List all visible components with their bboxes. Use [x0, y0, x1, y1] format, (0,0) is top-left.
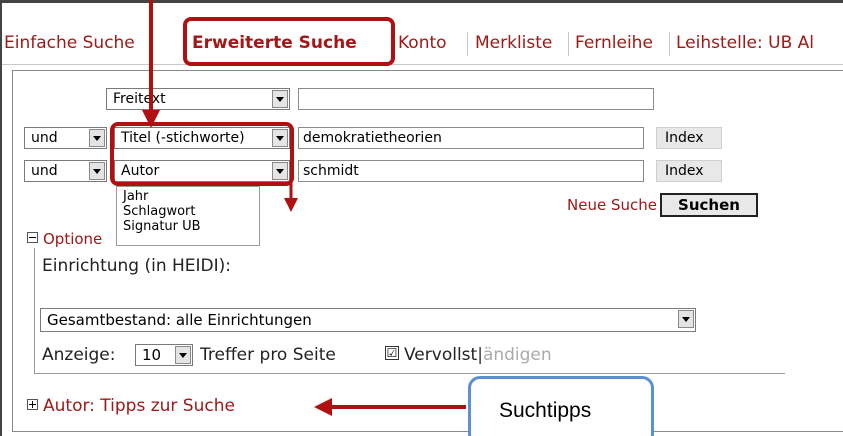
index-button-3[interactable]: Index [656, 160, 722, 182]
tab-einfache-suche[interactable]: Einfache Suche [4, 24, 135, 62]
page: Einfache Suche Erweiterte Suche Konto Me… [0, 0, 843, 436]
operator-value: und [31, 163, 58, 179]
top-strip [0, 0, 843, 14]
vervollst-dim-text: ändigen [482, 345, 552, 365]
expand-icon[interactable] [27, 399, 38, 410]
einrichtung-label: Einrichtung (in HEIDI): [42, 256, 232, 276]
chevron-down-icon[interactable] [89, 129, 105, 147]
vervollst-text: Vervollst [404, 345, 478, 365]
dropdown-option[interactable]: Signatur UB [123, 219, 259, 234]
operator-value: und [31, 130, 58, 146]
chevron-down-icon[interactable] [678, 310, 694, 328]
tab-separator [467, 32, 468, 56]
tab-leihstelle[interactable]: Leihstelle: UB Al [676, 24, 814, 62]
vervollstaendigen-checkbox[interactable]: ☑ [385, 346, 399, 360]
anzeige-select[interactable]: 10 [135, 344, 193, 366]
einrichtung-select-value: Gesamtbestand: alle Einrichtungen [47, 311, 312, 329]
einrichtung-select[interactable]: Gesamtbestand: alle Einrichtungen [40, 308, 696, 332]
chevron-down-icon[interactable] [175, 346, 191, 364]
field-dropdown-list: Jahr Schlagwort Signatur UB [116, 186, 260, 246]
dropdown-option[interactable]: Jahr [123, 189, 259, 204]
chevron-down-icon[interactable] [272, 90, 288, 108]
callout-suchtipps: Suchtipps [468, 376, 654, 436]
tab-merkliste[interactable]: Merkliste [475, 24, 552, 62]
left-border [0, 0, 2, 436]
tipps-toggle[interactable]: Autor: Tipps zur Suche [27, 396, 235, 416]
treffer-label: Treffer pro Seite [200, 345, 336, 365]
tab-fernleihe[interactable]: Fernleihe [575, 24, 653, 62]
optionen-toggle[interactable]: Optione [27, 230, 102, 248]
highlight-box-tab [183, 17, 395, 66]
collapse-icon[interactable] [27, 232, 38, 243]
tab-separator [669, 32, 670, 56]
anzeige-label: Anzeige: [42, 345, 116, 365]
chevron-down-icon[interactable] [89, 162, 105, 180]
operator-select-2[interactable]: und [24, 127, 107, 149]
vervollstaendigen-label: Vervollst|ändigen [404, 345, 552, 365]
anzeige-select-value: 10 [142, 346, 162, 364]
tab-konto[interactable]: Konto [398, 24, 447, 62]
search-term-input-1[interactable] [298, 88, 654, 110]
index-button-2[interactable]: Index [656, 127, 722, 149]
tipps-label: Autor: Tipps zur Suche [43, 396, 235, 416]
operator-select-3[interactable]: und [24, 160, 107, 182]
field-select-value: Freitext [113, 91, 166, 107]
tab-bar: Einfache Suche Erweiterte Suche Konto Me… [2, 24, 843, 65]
search-term-input-2[interactable]: demokratietheorien [298, 127, 644, 149]
suchen-button[interactable]: Suchen [660, 193, 758, 217]
highlight-box-fields [110, 122, 294, 186]
tab-separator [568, 32, 569, 56]
optionen-label: Optione [43, 230, 103, 248]
field-select-1[interactable]: Freitext [106, 88, 290, 110]
dropdown-option[interactable]: Schlagwort [123, 204, 259, 219]
neue-suche-link[interactable]: Neue Suche [567, 196, 657, 214]
search-term-input-3[interactable]: schmidt [298, 160, 644, 182]
